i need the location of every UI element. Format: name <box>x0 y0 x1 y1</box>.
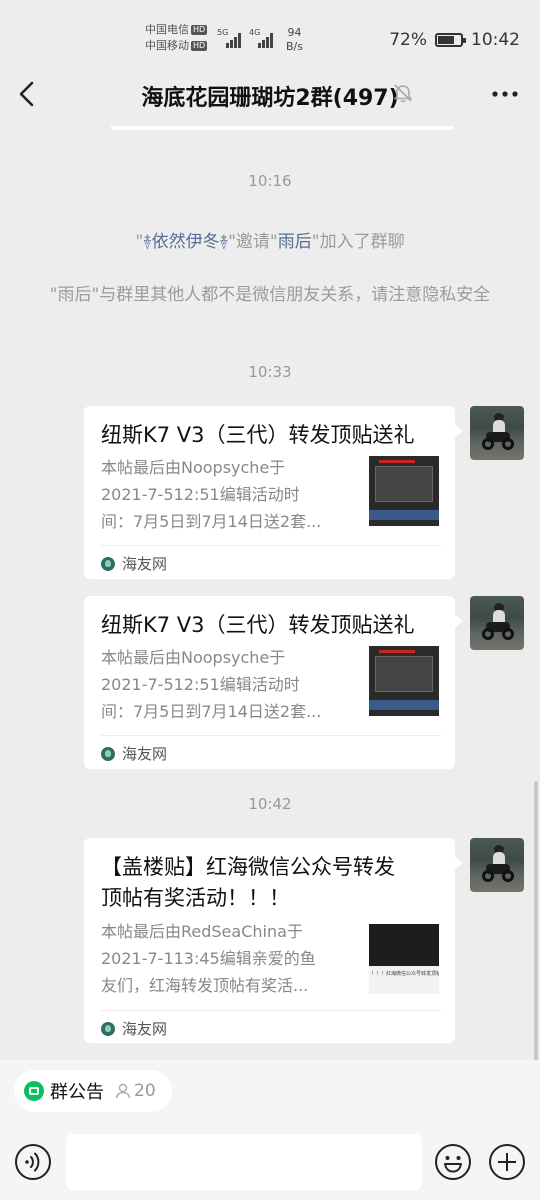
avatar[interactable] <box>470 596 524 650</box>
network-speed: 94 B/s <box>286 26 303 53</box>
more-icon[interactable] <box>488 80 522 108</box>
clock: 10:42 <box>471 30 520 50</box>
add-more-icon[interactable] <box>488 1143 526 1181</box>
notice-icon <box>24 1081 44 1101</box>
system-message-invite: "࿈依然伊冬࿈"邀请"雨后"加入了群聊 <box>135 232 405 252</box>
card-divider <box>101 1010 441 1011</box>
group-notice-button[interactable]: 群公告 20 <box>14 1070 172 1112</box>
status-bar: 中国电信 HD 中国移动 HD 5G 4G 94 B/s 72% 10:42 <box>0 0 540 62</box>
notice-read-count: 20 <box>114 1081 156 1101</box>
card-thumbnail <box>369 456 439 526</box>
link-card-message[interactable]: 【盖楼贴】红海微信公众号转发 顶帖有奖活动！！！ 本帖最后由RedSeaChin… <box>84 838 463 1043</box>
message-card-partial[interactable] <box>110 126 455 130</box>
avatar[interactable] <box>470 406 524 460</box>
card-source: 海友网 <box>101 1018 167 1039</box>
group-notice-label: 群公告 <box>50 1082 104 1103</box>
hd-badge: HD <box>191 25 208 35</box>
hd-badge: HD <box>191 41 208 51</box>
source-logo-icon <box>101 1021 115 1036</box>
thumbnail-caption: ！！！红海微信公众号转发顶帖 <box>371 971 439 977</box>
input-bar <box>0 1120 540 1200</box>
card-divider <box>101 735 441 736</box>
card-title: 纽斯K7 V3（三代）转发顶贴送礼 <box>101 423 415 447</box>
carrier-info: 中国电信 HD 中国移动 HD <box>145 22 208 54</box>
card-desc-line: 友们，红海转发顶帖有奖活... <box>101 976 309 995</box>
voice-input-icon[interactable] <box>14 1143 52 1181</box>
notice-bar: 群公告 20 <box>0 1060 540 1120</box>
card-thumbnail <box>369 646 439 716</box>
card-title-line: 【盖楼贴】红海微信公众号转发 <box>101 855 395 879</box>
timestamp: 10:42 <box>248 795 292 813</box>
link-card-message[interactable]: 纽斯K7 V3（三代）转发顶贴送礼 本帖最后由Noopsyche于 2021-7… <box>84 596 463 769</box>
source-logo-icon <box>101 556 115 571</box>
scrollbar[interactable] <box>534 781 538 1060</box>
card-desc-line: 本帖最后由RedSeaChina于 <box>101 922 303 941</box>
invitee-name-link[interactable]: 雨后 <box>278 232 312 252</box>
signal-icon <box>258 30 276 48</box>
link-card-message[interactable]: 纽斯K7 V3（三代）转发顶贴送礼 本帖最后由Noopsyche于 2021-7… <box>84 406 463 579</box>
card-source: 海友网 <box>101 743 167 764</box>
card-thumbnail: ！！！红海微信公众号转发顶帖 <box>369 924 439 994</box>
card-desc-line: 间：7月5日到7月14日送2套... <box>101 512 322 531</box>
system-message-privacy: "雨后"与群里其他人都不是微信朋友关系，请注意隐私安全 <box>49 285 491 305</box>
battery-icon <box>435 33 466 47</box>
source-logo-icon <box>101 746 115 761</box>
status-right: 72% 10:42 <box>389 30 520 50</box>
card-desc-line: 2021-7-512:51编辑活动时 <box>101 485 300 504</box>
message-input[interactable] <box>66 1134 422 1190</box>
person-icon <box>115 1083 131 1099</box>
timestamp: 10:16 <box>248 172 292 190</box>
card-desc-line: 本帖最后由Noopsyche于 <box>101 648 286 667</box>
card-title: 纽斯K7 V3（三代）转发顶贴送礼 <box>101 613 415 637</box>
chat-header: 海底花园珊瑚坊2群(497) <box>0 62 540 126</box>
card-desc-line: 本帖最后由Noopsyche于 <box>101 458 286 477</box>
battery-percent: 72% <box>389 30 427 50</box>
signal-icon <box>226 30 244 48</box>
carrier-2: 中国移动 <box>145 39 189 52</box>
inviter-name-link[interactable]: ࿈依然伊冬࿈ <box>143 232 228 252</box>
message-list[interactable]: 10:16 "࿈依然伊冬࿈"邀请"雨后"加入了群聊 "雨后"与群里其他人都不是微… <box>0 126 540 1060</box>
card-desc-line: 间：7月5日到7月14日送2套... <box>101 702 322 721</box>
carrier-1: 中国电信 <box>145 23 189 36</box>
card-source: 海友网 <box>101 553 167 574</box>
card-desc-line: 2021-7-113:45编辑亲爱的鱼 <box>101 949 316 968</box>
card-desc-line: 2021-7-512:51编辑活动时 <box>101 675 300 694</box>
avatar[interactable] <box>470 838 524 892</box>
mute-bell-icon <box>392 82 414 104</box>
timestamp: 10:33 <box>248 363 292 381</box>
emoji-icon[interactable] <box>434 1143 472 1181</box>
page-title: 海底花园珊瑚坊2群(497) <box>141 86 399 111</box>
card-title-line: 顶帖有奖活动！！！ <box>101 886 290 910</box>
card-divider <box>101 545 441 546</box>
